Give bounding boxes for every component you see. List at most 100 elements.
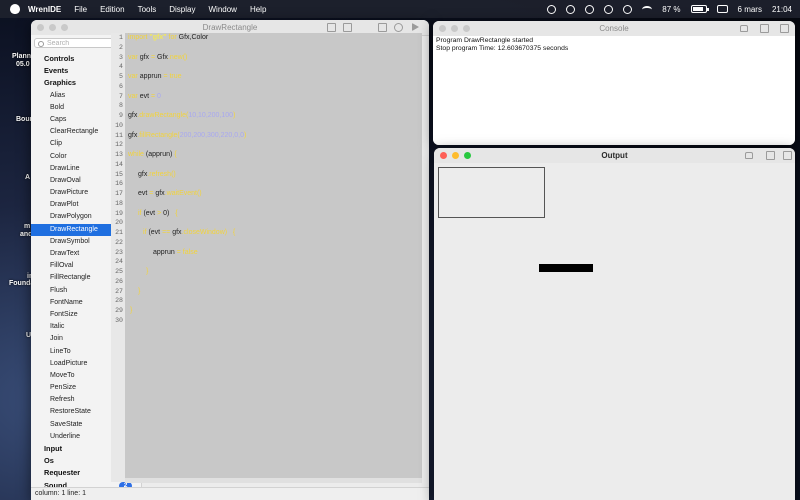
code-operator: > bbox=[157, 209, 162, 217]
menu-window[interactable]: Window bbox=[208, 5, 236, 14]
code-keyword: var bbox=[128, 53, 138, 61]
code-line-3: var gfx = Gfx.new() bbox=[128, 54, 187, 61]
vpn-icon[interactable] bbox=[566, 4, 576, 14]
code-keyword: false bbox=[182, 248, 198, 256]
apple-menu-icon[interactable] bbox=[10, 4, 20, 14]
line-number: 23 bbox=[115, 248, 123, 256]
code-keyword: if bbox=[138, 209, 142, 217]
copy-icon[interactable] bbox=[378, 23, 387, 32]
console-titlebar[interactable]: Console bbox=[433, 21, 795, 37]
line-number: 5 bbox=[119, 73, 123, 80]
console-output[interactable]: Program DrawRectangle started Stop progr… bbox=[433, 36, 795, 145]
code-operator: = bbox=[149, 190, 154, 197]
filled-rectangle bbox=[539, 264, 593, 272]
line-number: 28 bbox=[115, 297, 123, 305]
menu-date[interactable]: 6 mars bbox=[738, 5, 762, 14]
desktop-icon-label[interactable]: Plann bbox=[12, 53, 31, 60]
document-icon[interactable] bbox=[766, 151, 775, 160]
horizontal-scrollbar[interactable] bbox=[125, 478, 422, 483]
focus-status-icon[interactable] bbox=[547, 4, 557, 14]
code-text: gfx bbox=[139, 53, 150, 61]
menu-display[interactable]: Display bbox=[169, 5, 195, 14]
code-line-13: while (apprun) { bbox=[128, 151, 177, 158]
line-number: 15 bbox=[115, 170, 123, 178]
menu-tools[interactable]: Tools bbox=[138, 5, 157, 14]
lock-icon[interactable] bbox=[745, 152, 753, 159]
code-line-15: gfx.refresh() bbox=[138, 171, 176, 178]
desktop-icon-label[interactable]: 05.0 bbox=[16, 61, 30, 68]
code-function: ) bbox=[233, 112, 236, 119]
menu-help[interactable]: Help bbox=[250, 5, 266, 14]
code-brace: { bbox=[174, 151, 177, 158]
line-number: 26 bbox=[115, 277, 123, 285]
category-label: Os bbox=[44, 456, 54, 466]
code-text: 0) bbox=[163, 209, 170, 217]
line-number: 4 bbox=[119, 63, 123, 71]
code-text: gfx bbox=[128, 112, 138, 119]
code-text: evt bbox=[139, 92, 150, 100]
code-keyword: if bbox=[143, 229, 147, 236]
output-titlebar[interactable]: Output bbox=[434, 148, 795, 164]
code-text: Gfx,Color bbox=[178, 34, 209, 41]
headphones-icon[interactable] bbox=[585, 4, 595, 14]
battery-icon[interactable] bbox=[690, 5, 709, 13]
category-label: Input bbox=[44, 444, 63, 453]
menu-edition[interactable]: Edition bbox=[100, 5, 124, 14]
desktop-icon-label[interactable]: A bbox=[25, 174, 30, 181]
run-icon[interactable] bbox=[412, 23, 419, 31]
search-icon bbox=[38, 40, 44, 47]
lock-icon[interactable] bbox=[740, 25, 748, 32]
category-label: Controls bbox=[44, 54, 75, 63]
time-machine-icon[interactable] bbox=[604, 4, 614, 14]
play-icon[interactable] bbox=[623, 4, 633, 14]
console-line: Program DrawRectangle started bbox=[436, 37, 534, 44]
code-text: (evt bbox=[143, 209, 156, 217]
line-number: 19 bbox=[115, 209, 123, 217]
print-icon[interactable] bbox=[780, 24, 789, 33]
status-bar: column: 1 line: 1 bbox=[31, 487, 429, 500]
menu-bar: WrenIDE File Edition Tools Display Windo… bbox=[0, 0, 800, 18]
code-editor[interactable]: import "gfx" for Gfx,Color var gfx = Gfx… bbox=[125, 33, 422, 478]
code-number: 0 bbox=[157, 92, 161, 100]
code-line-21: if (evt == gfx.closeWindow) { bbox=[143, 229, 235, 236]
code-operator: = bbox=[150, 92, 156, 100]
line-number: 12 bbox=[115, 141, 123, 149]
code-text: (apprun) bbox=[145, 151, 173, 158]
code-line-5: var apprun = true bbox=[128, 73, 182, 80]
code-function: ) bbox=[244, 131, 247, 139]
code-keyword: true bbox=[169, 73, 182, 80]
line-number: 24 bbox=[115, 258, 123, 266]
menu-file[interactable]: File bbox=[74, 5, 87, 14]
wifi-icon[interactable] bbox=[642, 5, 653, 13]
code-line-29: } bbox=[130, 307, 132, 314]
line-number: 2 bbox=[119, 43, 123, 51]
code-line-7: var evt = 0 bbox=[128, 93, 161, 100]
line-number: 30 bbox=[115, 316, 123, 324]
desktop-icon-label[interactable]: Bour bbox=[16, 116, 32, 123]
graphics-canvas[interactable] bbox=[434, 163, 795, 500]
code-keyword: var bbox=[128, 92, 138, 100]
code-text: gfx bbox=[172, 229, 182, 236]
code-text: Gfx bbox=[157, 53, 168, 61]
line-number: 29 bbox=[115, 307, 123, 314]
category-label: Requester bbox=[44, 468, 81, 478]
code-line-25: } bbox=[146, 268, 148, 275]
code-number: 200,200,300,220,0,0 bbox=[179, 131, 244, 139]
control-center-icon[interactable] bbox=[716, 5, 728, 13]
split-view-icon[interactable] bbox=[343, 23, 352, 32]
menu-app[interactable]: WrenIDE bbox=[28, 5, 61, 14]
code-line-19: if (evt > 0) { bbox=[138, 210, 178, 217]
document-icon[interactable] bbox=[760, 24, 769, 33]
line-number: 27 bbox=[115, 287, 123, 295]
sidebar-toggle-icon[interactable] bbox=[327, 23, 336, 32]
category-label: Graphics bbox=[44, 78, 77, 88]
desktop-icon-label[interactable]: m bbox=[24, 223, 30, 230]
menu-time[interactable]: 21:04 bbox=[772, 5, 792, 14]
line-number: 3 bbox=[119, 53, 123, 61]
code-line-27: } bbox=[138, 288, 140, 295]
code-brace: { bbox=[232, 229, 236, 236]
print-icon[interactable] bbox=[783, 151, 792, 160]
code-brace: { bbox=[175, 209, 178, 217]
line-number: 18 bbox=[115, 199, 123, 207]
settings-icon[interactable] bbox=[394, 23, 403, 32]
